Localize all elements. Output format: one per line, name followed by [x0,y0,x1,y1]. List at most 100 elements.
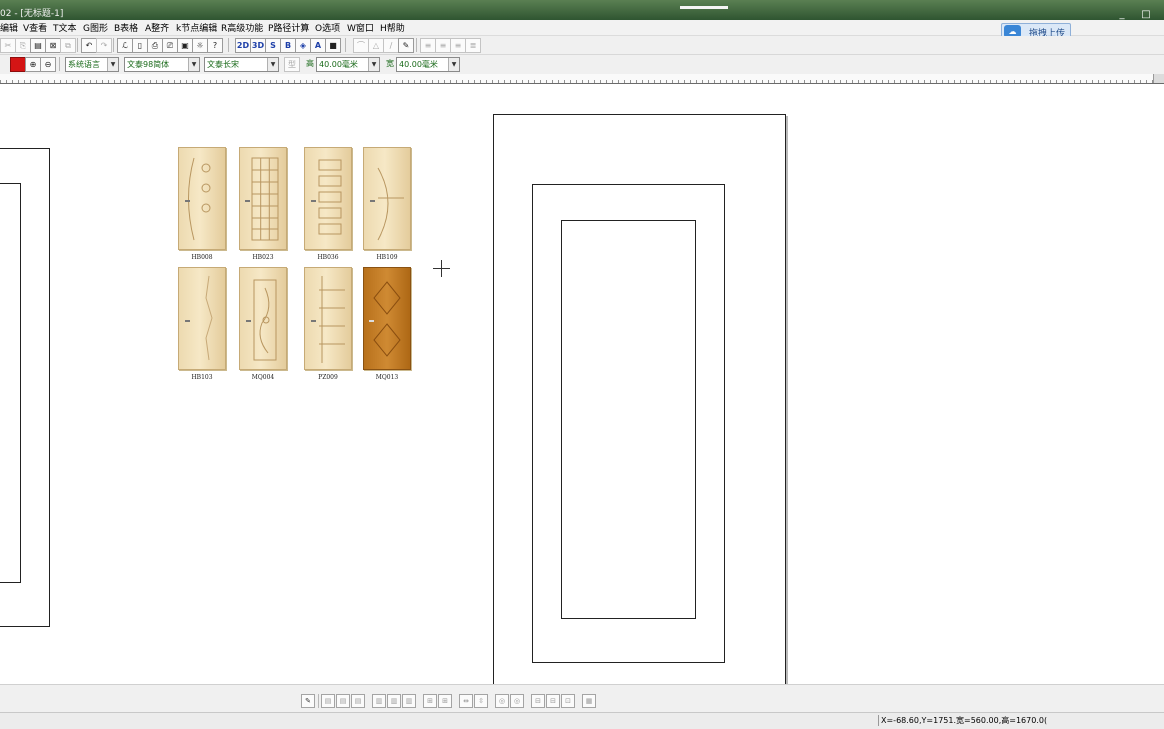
zoom-in-icon[interactable]: ⊕ [25,57,41,72]
menu-options[interactable]: O选项 [315,21,340,34]
menu-graphics[interactable]: G图形 [83,21,108,34]
menu-node-edit[interactable]: k节点编辑 [176,21,217,34]
horizontal-ruler[interactable] [0,74,1164,84]
door-picture [304,147,352,250]
align-right-icon[interactable]: ≡ [450,38,466,53]
ruler-corner [1153,74,1164,83]
print-preview-icon[interactable]: ⎚ [162,38,178,53]
align-top-icon[interactable]: ▤ [321,694,335,708]
door-item[interactable]: HB109 [363,147,411,261]
drawing-canvas[interactable]: HB008 HB023 HB036 HB109 HB103 MQ004 PZ00… [0,84,1164,696]
door-code: HB008 [191,254,213,261]
view-2d-button[interactable]: 2D [235,38,251,53]
slant-text-icon[interactable]: ∕ [383,38,399,53]
width-input[interactable]: 40.00毫米 ▼ [396,57,460,72]
door-picture [239,267,287,370]
align-right-edge-icon[interactable]: ▥ [402,694,416,708]
bulb-icon[interactable]: ☼ [192,38,208,53]
triangle-text-icon[interactable]: △ [368,38,384,53]
shadow-icon[interactable]: S [265,38,281,53]
font-name-select[interactable]: 文泰98简体 ▼ [124,57,200,72]
grid-icon[interactable]: ▦ [582,694,596,708]
redo-icon[interactable]: ↷ [96,38,112,53]
door-pattern [245,157,279,241]
door-item[interactable]: MQ013 [363,267,411,381]
menu-table[interactable]: B表格 [114,21,138,34]
toolbar-separator [318,694,319,708]
menu-window[interactable]: W窗口 [347,21,374,34]
door-item[interactable]: HB036 [304,147,352,261]
menu-text[interactable]: T文本 [53,21,77,34]
font-style-value: 文泰长宋 [207,60,239,69]
delete-icon[interactable]: ⊠ [45,38,61,53]
font-style-select[interactable]: 文泰长宋 ▼ [204,57,279,72]
node-tool-icon[interactable]: ✎ [301,694,315,708]
align-left-edge-icon[interactable]: ▥ [372,694,386,708]
copy-icon[interactable]: ⎘ [15,38,31,53]
minimize-button[interactable]: _ [1110,9,1134,20]
cut-icon[interactable]: ✂ [0,38,16,53]
edit-text-icon[interactable]: ✎ [398,38,414,53]
door-item[interactable]: HB103 [178,267,226,381]
screen-icon[interactable]: ▣ [177,38,193,53]
door-picture [178,147,226,250]
center-page-icon[interactable]: ⊡ [561,694,575,708]
toolbar-separator [113,38,114,52]
clone-icon[interactable]: ⧉ [60,38,76,53]
ungroup-icon[interactable]: ◎ [510,694,524,708]
paste-icon[interactable]: ▤ [30,38,46,53]
zoom-out-icon[interactable]: ⊖ [40,57,56,72]
group-icon[interactable]: ◎ [495,694,509,708]
align-center-icon[interactable]: ≡ [435,38,451,53]
door-item[interactable]: MQ004 [239,267,287,381]
center-page-h-icon[interactable]: ⊟ [531,694,545,708]
menu-help[interactable]: H帮助 [380,21,405,34]
menu-edit[interactable]: 编辑 [0,21,18,34]
height-input[interactable]: 40.00毫米 ▼ [316,57,380,72]
help-icon[interactable]: ? [207,38,223,53]
font-language-value: 系统语言 [68,60,100,69]
door-code: PZ009 [318,374,338,381]
art-text-icon[interactable]: A [310,38,326,53]
font-language-select[interactable]: 系统语言 ▼ [65,57,119,72]
door-catalog-image[interactable]: HB008 HB023 HB036 HB109 HB103 MQ004 PZ00… [178,147,418,387]
align-middle-icon[interactable]: ▤ [336,694,350,708]
maximize-button[interactable]: □ [1134,9,1158,20]
page-icon[interactable]: ▯ [132,38,148,53]
center-page-v-icon[interactable]: ⊟ [546,694,560,708]
undo-icon[interactable]: ↶ [81,38,97,53]
distribute-h-icon[interactable]: ⇹ [459,694,473,708]
menu-path-calc[interactable]: P路径计算 [268,21,309,34]
door-item[interactable]: PZ009 [304,267,352,381]
font-size-icon[interactable]: 型 [284,57,300,72]
menu-align[interactable]: A整齐 [145,21,169,34]
lasso-icon[interactable]: ℒ [117,38,133,53]
width-label: 宽 [386,59,394,68]
door-item[interactable]: HB023 [239,147,287,261]
left-inner-frame[interactable] [0,183,21,583]
menu-view[interactable]: V查看 [23,21,47,34]
same-height-icon[interactable]: ⊞ [438,694,452,708]
toolbar-separator [345,38,346,52]
align-justify-icon[interactable]: ≣ [465,38,481,53]
arc-text-icon[interactable]: ⌒ [353,38,369,53]
same-width-icon[interactable]: ⊞ [423,694,437,708]
menu-advanced[interactable]: R高级功能 [221,21,263,34]
door-item[interactable]: HB008 [178,147,226,261]
door-code: HB103 [191,374,213,381]
align-left-icon[interactable]: ≡ [420,38,436,53]
inner-frame-rect[interactable] [561,220,696,619]
selection-size: 宽=560.00,高=1670.0( [956,716,1048,725]
outline-icon[interactable]: B [280,38,296,53]
align-bottom-icon[interactable]: ▤ [351,694,365,708]
shape-icon[interactable]: ■ [325,38,341,53]
view-3d-button[interactable]: 3D [250,38,266,53]
door-picture [363,267,411,370]
print-icon[interactable]: ⎙ [147,38,163,53]
door-code: MQ013 [375,374,399,381]
color-swatch-icon[interactable] [10,57,26,72]
align-center-edge-icon[interactable]: ▥ [387,694,401,708]
fill-icon[interactable]: ◈ [295,38,311,53]
crosshair-cursor-icon [432,260,452,280]
distribute-v-icon[interactable]: ⇳ [474,694,488,708]
